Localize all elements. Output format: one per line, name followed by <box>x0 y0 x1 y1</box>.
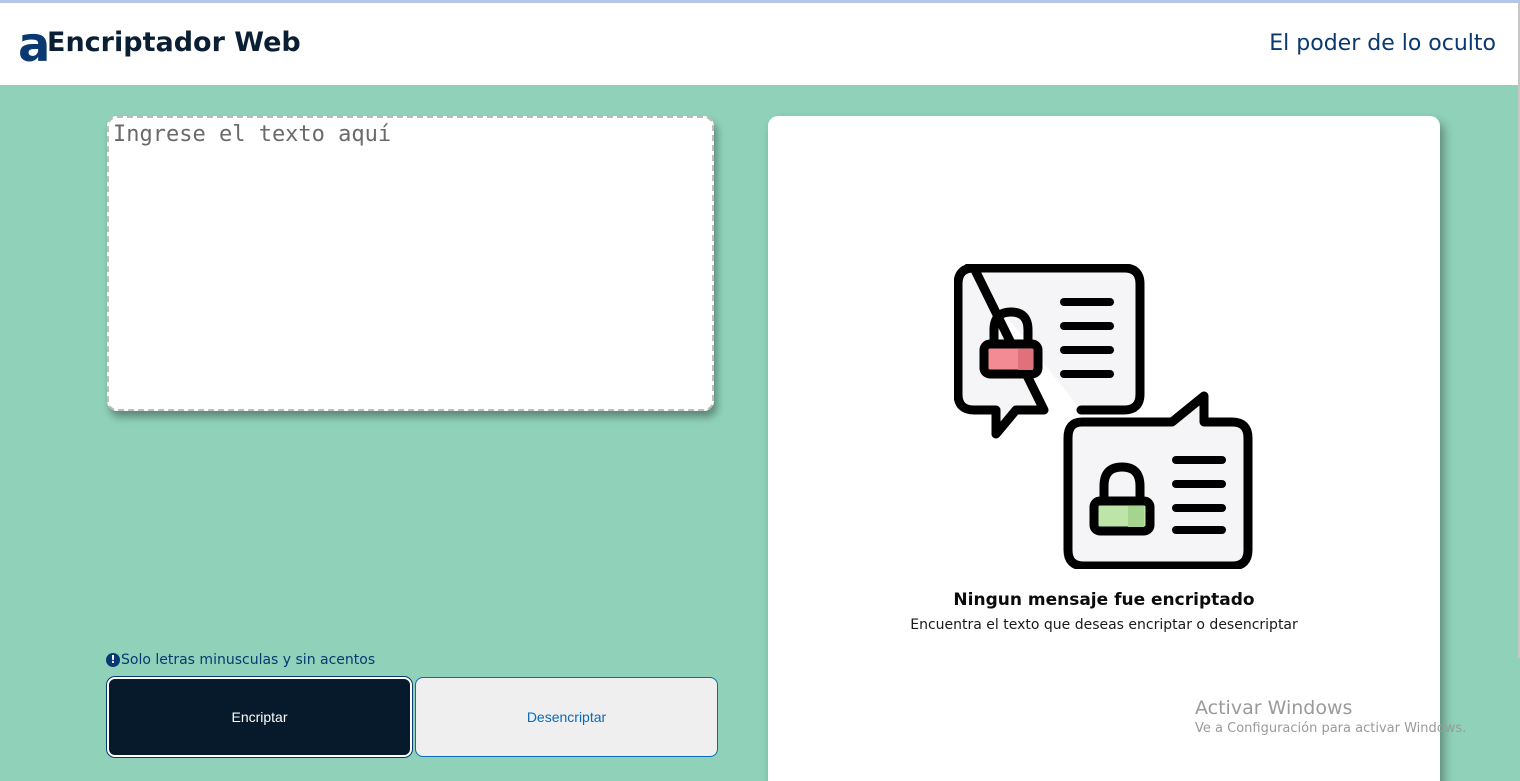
encrypt-button[interactable]: Encriptar <box>107 677 412 757</box>
watermark-subtitle: Ve a Configuración para activar Windows. <box>1195 721 1467 736</box>
text-input[interactable] <box>107 116 714 411</box>
empty-state-subtitle: Encuentra el texto que deseas encriptar … <box>910 617 1298 633</box>
decrypt-button[interactable]: Desencriptar <box>415 677 718 757</box>
header: a Encriptador Web El poder de lo oculto <box>0 3 1520 85</box>
empty-state-title: Ningun mensaje fue encriptado <box>953 590 1255 610</box>
watermark-title: Activar Windows <box>1195 697 1353 719</box>
encrypted-messages-icon <box>954 264 1253 569</box>
output-panel: Ningun mensaje fue encriptado Encuentra … <box>768 116 1440 781</box>
app-title: Encriptador Web <box>47 27 301 58</box>
logo-icon: a <box>18 17 51 73</box>
hint-text: Solo letras minusculas y sin acentos <box>121 652 376 668</box>
hint: ! Solo letras minusculas y sin acentos <box>106 652 375 668</box>
info-icon: ! <box>106 653 120 667</box>
windows-activation-watermark: Activar Windows Ve a Configuración para … <box>1195 697 1466 736</box>
tagline: El poder de lo oculto <box>1269 31 1496 56</box>
